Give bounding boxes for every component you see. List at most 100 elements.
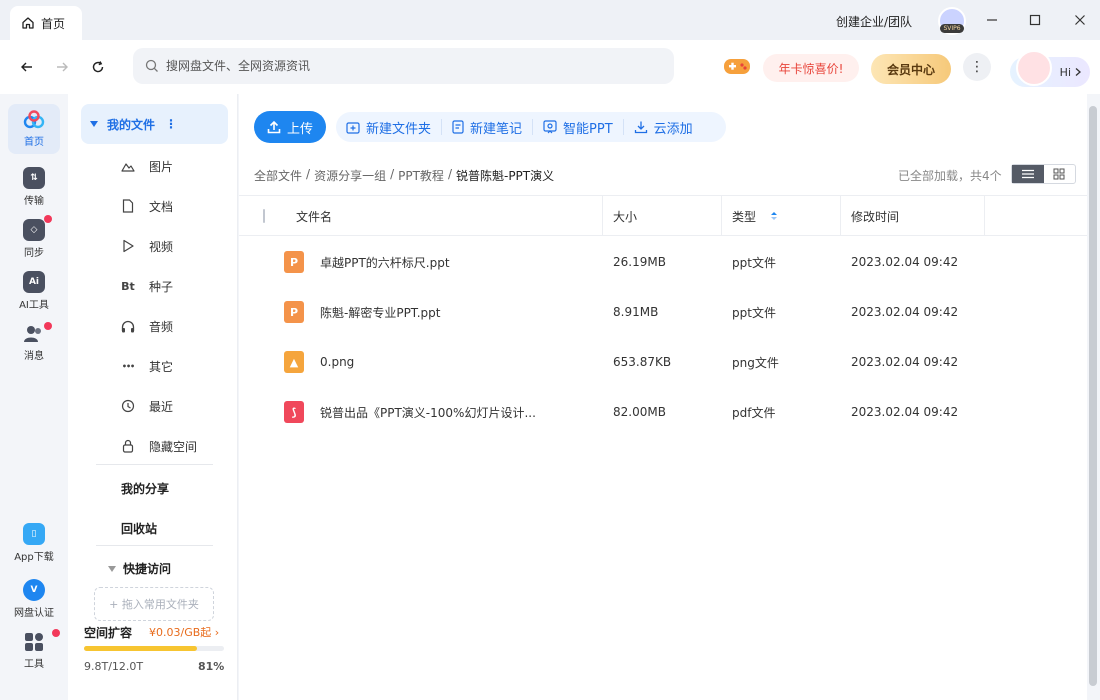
- table-row[interactable]: P 陈魁-解密专业PPT.ppt 8.91MB ppt文件 2023.02.04 09:…: [239, 287, 1087, 337]
- file-type: ppt文件: [732, 255, 776, 270]
- breadcrumb-current: 锐普陈魁-PPT演义: [455, 169, 555, 183]
- table-row[interactable]: ⟆ 锐普出品《PPT演义-100%幻灯片设计... 82.00MB pdf文件 2023…: [239, 387, 1087, 437]
- storage-progress-bar: [84, 646, 224, 651]
- sidebar-item-label: 视频: [149, 239, 174, 254]
- file-name[interactable]: 陈魁-解密专业PPT.ppt: [320, 287, 440, 337]
- file-type: ppt文件: [732, 305, 776, 320]
- storage-expand-label[interactable]: 空间扩容: [84, 624, 132, 641]
- sync-badge-dot: [44, 215, 52, 223]
- grid-view-button[interactable]: [1044, 165, 1076, 183]
- storage-price-link[interactable]: ¥0.03/GB起 ›: [149, 624, 219, 640]
- scrollbar[interactable]: [1089, 106, 1097, 686]
- file-name[interactable]: 卓越PPT的六杆标尺.ppt: [320, 237, 450, 287]
- rail-item-ai-tools[interactable]: Ai AI工具: [8, 266, 60, 316]
- forward-button[interactable]: [51, 56, 73, 78]
- breadcrumb: 全部文件 / 资源分享一组 / PPT教程 / 锐普陈魁-PPT演义: [254, 167, 554, 184]
- sidebar-item-my-share[interactable]: 我的分享: [121, 480, 169, 497]
- rail-item-label: 工具: [24, 659, 44, 670]
- rail-item-label: 网盘认证: [14, 608, 54, 619]
- more-menu-button[interactable]: ⋮: [963, 53, 991, 81]
- breadcrumb-item[interactable]: 资源分享一组: [314, 167, 386, 184]
- sidebar-item-label: 隐藏空间: [149, 439, 198, 454]
- file-name[interactable]: 锐普出品《PPT演义-100%幻灯片设计...: [320, 387, 536, 437]
- sidebar-item-recent[interactable]: 最近: [120, 396, 173, 416]
- tab-home-label: 首页: [41, 16, 66, 31]
- messages-badge-dot: [44, 322, 52, 330]
- message-icon: [24, 326, 41, 342]
- new-note-button[interactable]: 新建笔记: [442, 119, 534, 137]
- smart-ppt-button[interactable]: 智能PPT: [533, 119, 624, 137]
- rail-item-verify[interactable]: V 网盘认证: [8, 574, 60, 624]
- maximize-button[interactable]: [1025, 10, 1045, 30]
- cloud-logo-icon: [23, 110, 45, 129]
- sidebar-item-label: 图片: [149, 159, 174, 174]
- sidebar-item-label: 最近: [149, 399, 174, 414]
- sidebar-item-videos[interactable]: 视频: [120, 236, 173, 256]
- cloud-add-button[interactable]: 云添加: [624, 119, 703, 137]
- ppt-file-icon: P: [284, 301, 304, 323]
- back-button[interactable]: [16, 56, 38, 78]
- rail-item-home[interactable]: 首页: [8, 104, 60, 154]
- list-view-button[interactable]: [1012, 165, 1044, 183]
- close-button[interactable]: [1070, 10, 1090, 30]
- cloud-add-label: 云添加: [653, 121, 693, 137]
- storage-progress-fill: [84, 646, 198, 651]
- upload-label: 上传: [286, 121, 313, 137]
- sidebar-item-my-files[interactable]: 我的文件 ⋮: [81, 104, 228, 144]
- minimize-button[interactable]: [982, 10, 1002, 30]
- search-box[interactable]: [133, 48, 674, 84]
- my-files-label: 我的文件: [107, 117, 156, 132]
- smart-ppt-label: 智能PPT: [563, 121, 613, 137]
- more-dots-icon: •••: [121, 361, 135, 371]
- search-input[interactable]: [166, 59, 646, 73]
- file-size: 8.91MB: [613, 305, 659, 319]
- sidebar-item-images[interactable]: 图片: [120, 156, 173, 176]
- sidebar-item-other[interactable]: ••• 其它: [120, 356, 173, 376]
- table-row[interactable]: ▲ 0.png 653.87KB png文件 2023.02.04 09:42: [239, 337, 1087, 387]
- create-org-link[interactable]: 创建企业/团队: [836, 13, 912, 30]
- file-name[interactable]: 0.png: [320, 337, 354, 387]
- annual-promo-button[interactable]: 年卡惊喜价!: [763, 54, 859, 82]
- rail-item-app-download[interactable]: ▯ App下载: [8, 518, 60, 568]
- title-bar: [0, 0, 1100, 40]
- storage-price: ¥0.03/GB起: [149, 626, 212, 639]
- upload-button[interactable]: 上传: [254, 111, 326, 143]
- sidebar-item-audio[interactable]: 音频: [120, 316, 173, 336]
- rail-item-sync[interactable]: ◇ 同步: [8, 214, 60, 264]
- column-header-type[interactable]: 类型: [722, 196, 841, 236]
- file-modified: 2023.02.04 09:42: [851, 355, 959, 369]
- vip-center-button[interactable]: 会员中心: [871, 54, 951, 84]
- file-modified: 2023.02.04 09:42: [851, 255, 959, 269]
- home-icon: [21, 16, 35, 30]
- assistant-mascot-icon[interactable]: [1016, 50, 1052, 86]
- video-icon: [120, 238, 136, 254]
- breadcrumb-item[interactable]: 全部文件: [254, 167, 302, 184]
- verify-shield-icon: V: [23, 579, 45, 601]
- upload-icon: [267, 120, 281, 134]
- column-header-label: 修改时间: [851, 209, 900, 224]
- game-controller-icon[interactable]: [723, 55, 751, 77]
- quick-access-header[interactable]: 快捷访问: [107, 560, 171, 577]
- sidebar-item-documents[interactable]: 文档: [120, 196, 173, 216]
- new-folder-button[interactable]: 新建文件夹: [336, 119, 443, 137]
- lock-icon: [120, 438, 136, 454]
- column-header-name[interactable]: 文件名: [239, 196, 603, 236]
- sidebar-item-torrents[interactable]: Bt 种子: [120, 276, 173, 296]
- sidebar-item-hidden-space[interactable]: 隐藏空间: [120, 436, 197, 456]
- breadcrumb-item[interactable]: PPT教程: [398, 167, 444, 184]
- table-row[interactable]: P 卓越PPT的六杆标尺.ppt 26.19MB ppt文件 2023.02.04 09…: [239, 237, 1087, 287]
- column-header-label: 类型: [732, 209, 757, 224]
- file-icon-cell: P: [284, 237, 304, 287]
- refresh-button[interactable]: [87, 56, 109, 78]
- rail-item-messages[interactable]: 消息: [8, 318, 60, 368]
- rail-item-label: 首页: [24, 137, 44, 148]
- column-header-label: 大小: [613, 209, 638, 224]
- column-header-modified[interactable]: 修改时间: [841, 196, 985, 236]
- sidebar-item-recycle-bin[interactable]: 回收站: [121, 520, 157, 537]
- more-vertical-icon[interactable]: ⋮: [165, 117, 177, 131]
- rail-item-transfer[interactable]: ⇅ 传输: [8, 162, 60, 212]
- quick-access-drop-zone[interactable]: + 拖入常用文件夹: [94, 587, 214, 621]
- tab-home[interactable]: 首页: [10, 6, 82, 40]
- column-header-size[interactable]: 大小: [603, 196, 722, 236]
- new-note-label: 新建笔记: [470, 121, 523, 137]
